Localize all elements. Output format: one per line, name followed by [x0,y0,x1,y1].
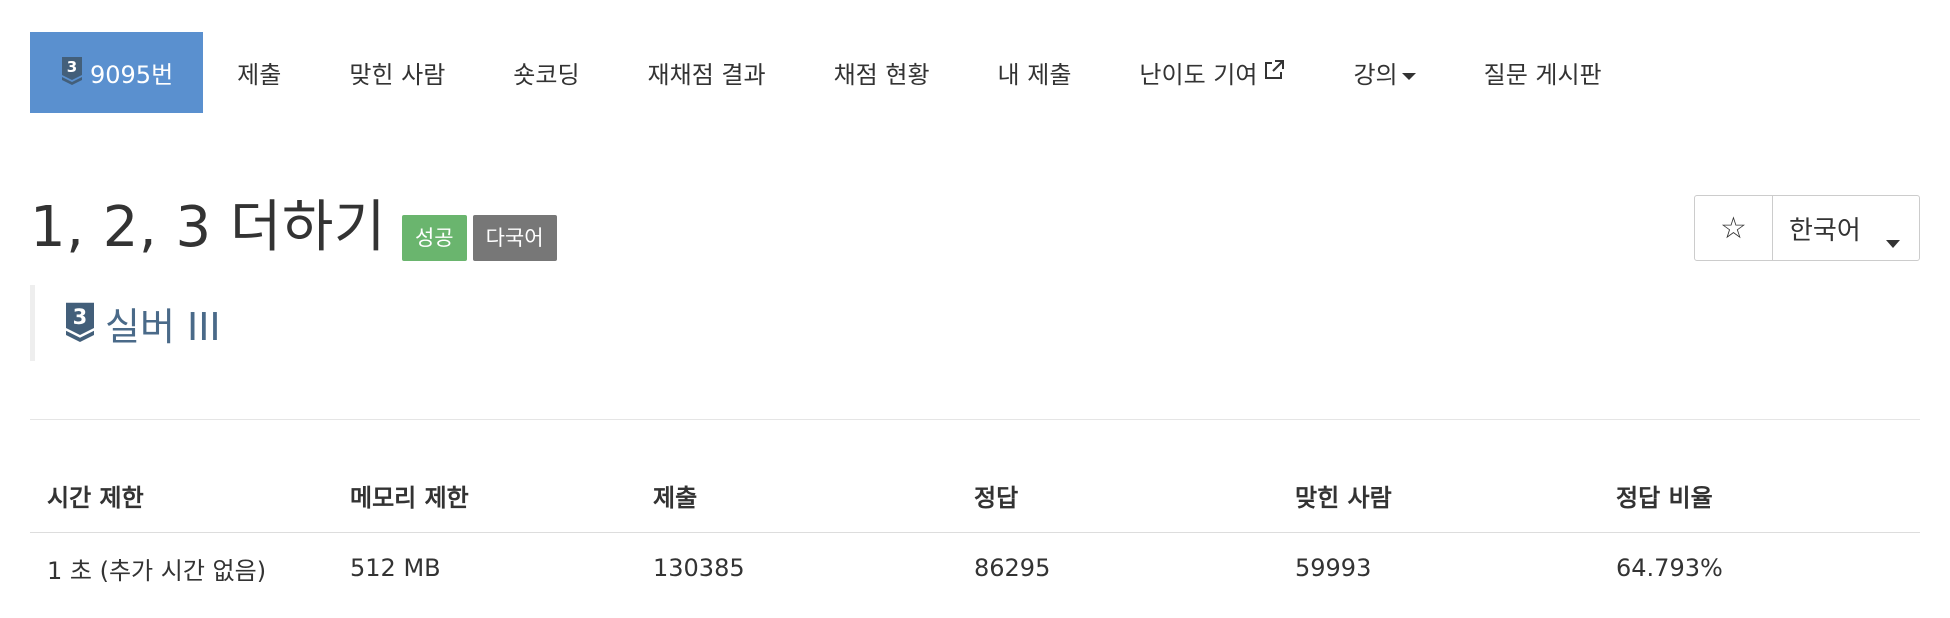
nav-question-board[interactable]: 질문 게시판 [1450,32,1636,113]
svg-text:3: 3 [73,305,88,329]
nav-question-board-label: 질문 게시판 [1483,61,1602,89]
nav-lectures-dropdown[interactable]: 강의 [1319,32,1449,113]
cell-solved-users: 59993 [1295,554,1372,583]
table-header-row: 시간 제한 메모리 제한 제출 정답 맞힌 사람 정답 비율 [30,460,1920,533]
header-accepted: 정답 [957,460,1278,533]
nav-rejudge-results[interactable]: 재채점 결과 [614,32,800,113]
nav-submit[interactable]: 제출 [203,32,315,113]
nav-judge-status-label: 채점 현황 [833,61,930,89]
tier-blockquote: 3 실버 III [30,285,221,361]
problem-title: 1, 2, 3 더하기 [30,195,386,260]
cell-accepted: 86295 [974,554,1051,583]
multilang-badge: 다국어 [472,215,557,261]
cell-accept-ratio: 64.793% [1616,554,1723,583]
language-select[interactable]: 한국어 [1773,196,1919,260]
table-row: 1 초 (추가 시간 없음) 512 MB 130385 86295 59993… [30,532,1920,604]
svg-text:3: 3 [67,58,77,76]
nav-difficulty-contribution-label: 난이도 기여 [1139,61,1258,89]
nav-my-submissions[interactable]: 내 제출 [964,32,1106,113]
cell-submissions: 130385 [653,554,745,583]
problem-title-row: 1, 2, 3 더하기 성공 다국어 [30,195,557,261]
problem-controls: ☆ 한국어 [1694,195,1920,261]
nav-lectures-label: 강의 [1353,61,1398,89]
silver-tier-icon: 3 [63,300,97,346]
nav-rejudge-results-label: 재채점 결과 [647,61,766,89]
chevron-down-icon [1885,226,1901,256]
cell-memory-limit: 512 MB [350,554,441,583]
nav-solved-users[interactable]: 맞힌 사람 [315,32,479,113]
nav-difficulty-contribution[interactable]: 난이도 기여 [1105,32,1319,113]
nav-judge-status[interactable]: 채점 현황 [800,32,964,113]
silver-tier-icon: 3 [60,55,84,91]
divider [30,419,1920,420]
problem-info-table: 시간 제한 메모리 제한 제출 정답 맞힌 사람 정답 비율 1 초 (추가 시… [30,460,1920,604]
tier-name[interactable]: 실버 III [105,296,221,351]
star-outline-icon: ☆ [1720,210,1747,246]
problem-menu: 3 9095번 제출 맞힌 사람 숏코딩 재채점 결과 채점 현황 내 제출 난… [30,32,1636,113]
cell-time-limit: 1 초 (추가 시간 없음) [47,556,267,585]
header-submissions: 제출 [636,460,957,533]
favorite-button[interactable]: ☆ [1695,196,1773,260]
header-time-limit: 시간 제한 [30,460,333,533]
nav-short-coding-label: 숏코딩 [513,61,580,89]
nav-submit-label: 제출 [237,61,282,89]
header-accept-ratio: 정답 비율 [1599,460,1920,533]
problem-page: 3 9095번 제출 맞힌 사람 숏코딩 재채점 결과 채점 현황 내 제출 난… [0,0,1950,618]
nav-problem-number-label: 9095번 [90,61,174,89]
caret-down-icon [1401,59,1416,87]
nav-short-coding[interactable]: 숏코딩 [479,32,613,113]
external-link-icon [1263,59,1285,87]
nav-solved-users-label: 맞힌 사람 [349,61,446,89]
header-memory-limit: 메모리 제한 [333,460,636,533]
language-select-value: 한국어 [1789,215,1861,246]
nav-problem-number[interactable]: 3 9095번 [30,32,204,113]
nav-my-submissions-label: 내 제출 [997,61,1072,89]
status-badge-success: 성공 [401,215,467,261]
header-solved-users: 맞힌 사람 [1278,460,1599,533]
